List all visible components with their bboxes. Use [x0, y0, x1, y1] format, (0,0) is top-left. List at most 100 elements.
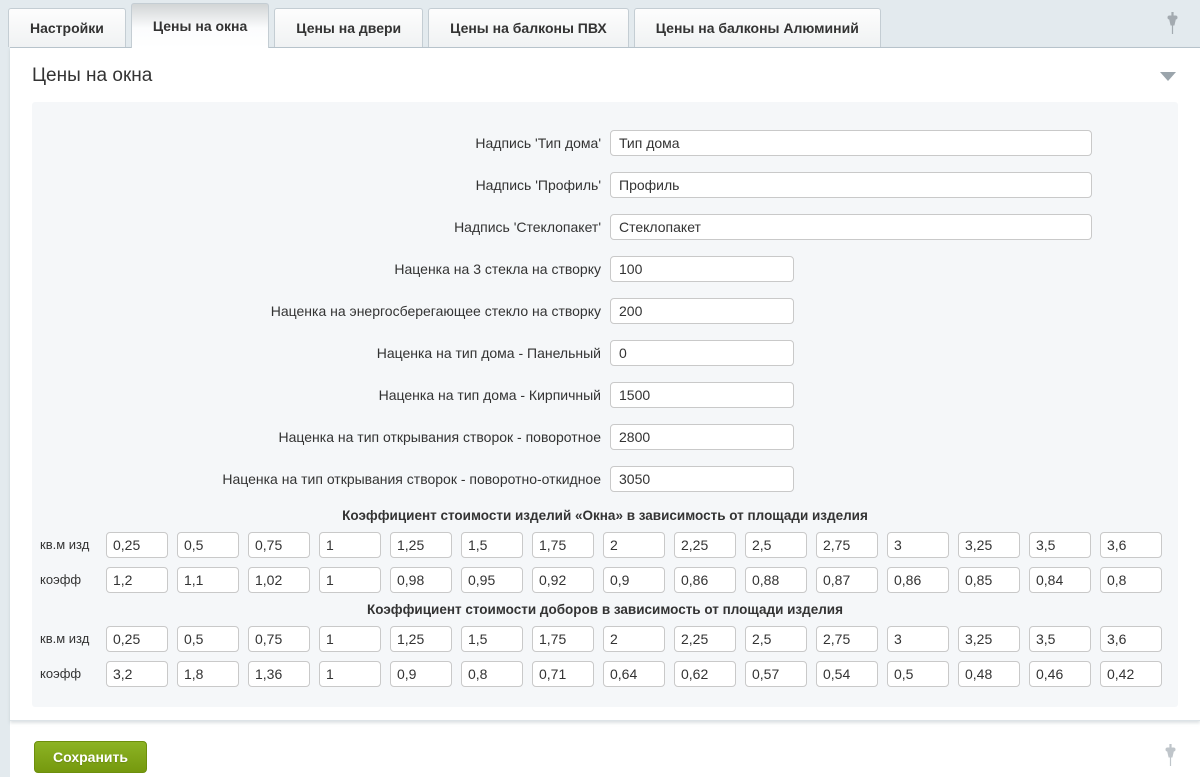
- pin-icon[interactable]: [1165, 12, 1180, 38]
- grid-cell-input[interactable]: [745, 532, 807, 558]
- markup-3-glass-input[interactable]: [610, 256, 794, 282]
- field-label: Наценка на тип открывания створок - пово…: [32, 429, 610, 445]
- grid-cell-input[interactable]: [532, 626, 594, 652]
- tab-settings[interactable]: Настройки: [8, 8, 126, 47]
- grid-cell-input[interactable]: [958, 661, 1020, 687]
- grid-cell-input[interactable]: [106, 567, 168, 593]
- grid-cell-input[interactable]: [958, 532, 1020, 558]
- extensions-coefficient-section-title: Коэффициент стоимости доборов в зависимо…: [32, 602, 1178, 617]
- grid-cell-input[interactable]: [461, 661, 523, 687]
- grid-cell-input[interactable]: [532, 532, 594, 558]
- page-title: Цены на окна: [32, 65, 152, 87]
- tab-door-prices[interactable]: Цены на двери: [274, 8, 423, 47]
- grid-cell-input[interactable]: [603, 661, 665, 687]
- grid-cell-input[interactable]: [319, 661, 381, 687]
- grid-cell-input[interactable]: [532, 567, 594, 593]
- grid-cell-input[interactable]: [1029, 532, 1091, 558]
- grid-cell-input[interactable]: [248, 567, 310, 593]
- pin-icon[interactable]: [1163, 744, 1178, 770]
- save-button[interactable]: Сохранить: [34, 741, 147, 773]
- field-label: Надпись 'Тип дома': [32, 135, 610, 151]
- grid-cell-input[interactable]: [1100, 626, 1162, 652]
- grid-cell-input[interactable]: [603, 567, 665, 593]
- grid-cell-input[interactable]: [461, 626, 523, 652]
- form-row: Наценка на тип дома - Панельный: [32, 340, 1178, 366]
- grid-cell-input[interactable]: [106, 626, 168, 652]
- grid-cell-input[interactable]: [674, 532, 736, 558]
- grid-cell-input[interactable]: [887, 532, 949, 558]
- grid-cell-input[interactable]: [461, 567, 523, 593]
- grid-cell-input[interactable]: [390, 626, 452, 652]
- glazing-caption-input[interactable]: [610, 214, 1092, 240]
- form-row: Надпись 'Тип дома': [32, 130, 1178, 156]
- grid-cell-input[interactable]: [177, 626, 239, 652]
- grid-cell-input[interactable]: [248, 661, 310, 687]
- grid-cell-input[interactable]: [1100, 567, 1162, 593]
- markup-brick-house-input[interactable]: [610, 382, 794, 408]
- grid-cell-input[interactable]: [887, 626, 949, 652]
- grid-cell-input[interactable]: [106, 661, 168, 687]
- grid-cell-input[interactable]: [177, 567, 239, 593]
- grid-cell-input[interactable]: [319, 567, 381, 593]
- form-row: Наценка на тип открывания створок - пово…: [32, 466, 1178, 492]
- grid-cell-input[interactable]: [674, 567, 736, 593]
- grid-cell-input[interactable]: [1100, 661, 1162, 687]
- extensions-coeff-cells: [106, 661, 1162, 687]
- grid-cell-input[interactable]: [461, 532, 523, 558]
- form-row: Наценка на энергосберегающее стекло на с…: [32, 298, 1178, 324]
- grid-cell-input[interactable]: [390, 532, 452, 558]
- grid-cell-input[interactable]: [816, 532, 878, 558]
- grid-cell-input[interactable]: [674, 661, 736, 687]
- grid-cell-input[interactable]: [816, 567, 878, 593]
- grid-cell-input[interactable]: [816, 661, 878, 687]
- extensions-coeff-row: коэфф: [32, 661, 1178, 687]
- house-type-caption-input[interactable]: [610, 130, 1092, 156]
- grid-cell-input[interactable]: [177, 661, 239, 687]
- tab-window-prices[interactable]: Цены на окна: [131, 3, 269, 48]
- extensions-sqm-cells: [106, 626, 1162, 652]
- form-row: Наценка на 3 стекла на створку: [32, 256, 1178, 282]
- grid-cell-input[interactable]: [106, 532, 168, 558]
- markup-panel-house-input[interactable]: [610, 340, 794, 366]
- markup-energy-glass-input[interactable]: [610, 298, 794, 324]
- coeff-row-label: коэфф: [40, 572, 106, 588]
- grid-cell-input[interactable]: [532, 661, 594, 687]
- grid-cell-input[interactable]: [816, 626, 878, 652]
- windows-sqm-row: кв.м изд: [32, 532, 1178, 558]
- collapse-arrow-icon[interactable]: [1160, 72, 1176, 81]
- grid-cell-input[interactable]: [887, 661, 949, 687]
- grid-cell-input[interactable]: [319, 532, 381, 558]
- grid-cell-input[interactable]: [1100, 532, 1162, 558]
- grid-cell-input[interactable]: [248, 626, 310, 652]
- grid-cell-input[interactable]: [674, 626, 736, 652]
- markup-tilt-turn-opening-input[interactable]: [610, 466, 794, 492]
- grid-cell-input[interactable]: [248, 532, 310, 558]
- markup-turn-opening-input[interactable]: [610, 424, 794, 450]
- windows-coeff-cells: [106, 567, 1162, 593]
- grid-cell-input[interactable]: [390, 567, 452, 593]
- form-row: Наценка на тип дома - Кирпичный: [32, 382, 1178, 408]
- grid-cell-input[interactable]: [390, 661, 452, 687]
- grid-cell-input[interactable]: [887, 567, 949, 593]
- grid-cell-input[interactable]: [603, 626, 665, 652]
- grid-cell-input[interactable]: [1029, 661, 1091, 687]
- grid-cell-input[interactable]: [319, 626, 381, 652]
- field-label: Наценка на тип открывания створок - пово…: [32, 471, 610, 487]
- grid-cell-input[interactable]: [1029, 567, 1091, 593]
- sqm-row-label: кв.м изд: [40, 537, 106, 553]
- profile-caption-input[interactable]: [610, 172, 1092, 198]
- grid-cell-input[interactable]: [958, 626, 1020, 652]
- grid-cell-input[interactable]: [745, 626, 807, 652]
- grid-cell-input[interactable]: [1029, 626, 1091, 652]
- field-label: Наценка на энергосберегающее стекло на с…: [32, 303, 610, 319]
- pushpin-icon: [1163, 744, 1178, 767]
- grid-cell-input[interactable]: [177, 532, 239, 558]
- windows-coefficient-section-title: Коэффициент стоимости изделий «Окна» в з…: [32, 508, 1178, 523]
- grid-cell-input[interactable]: [958, 567, 1020, 593]
- grid-cell-input[interactable]: [745, 567, 807, 593]
- tab-balcony-aluminum-prices[interactable]: Цены на балконы Алюминий: [634, 8, 881, 47]
- grid-cell-input[interactable]: [745, 661, 807, 687]
- field-label: Наценка на тип дома - Панельный: [32, 345, 610, 361]
- grid-cell-input[interactable]: [603, 532, 665, 558]
- tab-balcony-pvc-prices[interactable]: Цены на балконы ПВХ: [428, 8, 629, 47]
